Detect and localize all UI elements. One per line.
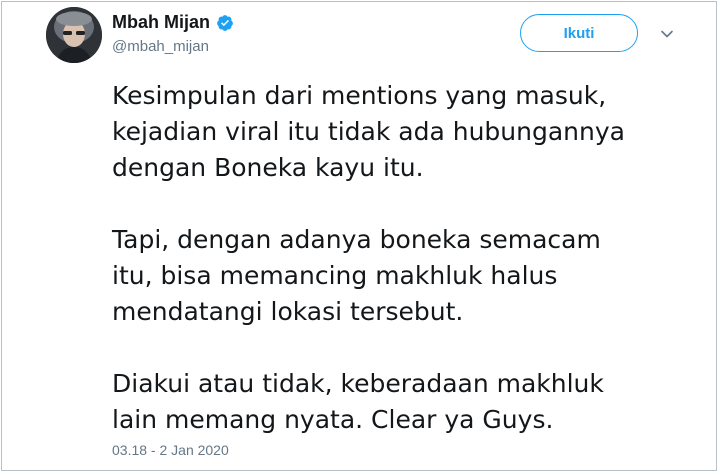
user-name-row: Mbah Mijan [112, 12, 234, 33]
tweet-card: Mbah Mijan @mbah_mijan Ikuti Kesimpulan … [1, 1, 717, 471]
follow-button[interactable]: Ikuti [520, 14, 638, 52]
tweet-line: kejadian viral itu tidak ada hubungannya [112, 117, 625, 146]
tweet-line: dengan Boneka kayu itu. [112, 153, 424, 182]
tweet-line: Diakui atau tidak, keberadaan makhluk [112, 369, 604, 398]
tweet-line: itu, bisa memancing makhluk halus [112, 261, 558, 290]
tweet-paragraph: Kesimpulan dari mentions yang masuk, kej… [112, 78, 712, 186]
tweet-line: Tapi, dengan adanya boneka semacam [112, 225, 601, 254]
tweet-timestamp[interactable]: 03.18 - 2 Jan 2020 [112, 442, 229, 458]
chevron-down-icon[interactable] [659, 26, 675, 42]
tweet-paragraph: Tapi, dengan adanya boneka semacam itu, … [112, 222, 712, 330]
tweet-line: mendatangi lokasi tersebut. [112, 297, 464, 326]
avatar[interactable] [46, 7, 102, 63]
tweet-line: lain memang nyata. Clear ya Guys. [112, 405, 554, 434]
user-handle[interactable]: @mbah_mijan [112, 38, 209, 55]
tweet-paragraph: Diakui atau tidak, keberadaan makhluk la… [112, 366, 712, 438]
display-name[interactable]: Mbah Mijan [112, 12, 210, 33]
verified-check-icon [216, 14, 234, 32]
avatar-image [46, 7, 102, 63]
tweet-line: Kesimpulan dari mentions yang masuk, [112, 81, 607, 110]
tweet-text: Kesimpulan dari mentions yang masuk, kej… [112, 78, 712, 438]
